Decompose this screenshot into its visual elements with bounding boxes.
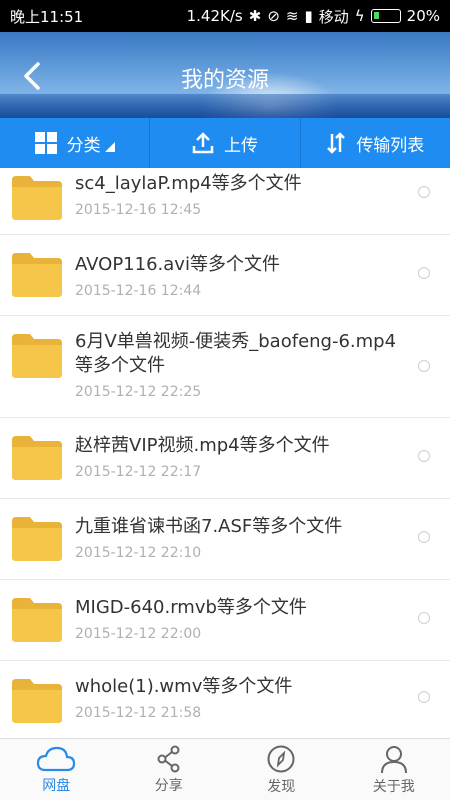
file-date: 2015-12-12 22:10	[75, 545, 202, 561]
status-time: 晚上11:51	[10, 7, 84, 26]
file-date: 2015-12-12 21:58	[75, 705, 202, 721]
page-title: 我的资源	[180, 68, 269, 93]
folder-icon	[12, 679, 62, 723]
dropdown-triangle-icon	[104, 142, 115, 152]
list-item[interactable]: sc4_laylaP.mp4等多个文件 2015-12-16 12:45	[0, 168, 450, 235]
status-bar: 晚上11:51 1.42K/s ✱ ⊘ ≋ ▮ 移动 ϟ 20%	[0, 0, 450, 32]
list-item[interactable]: 九重谁省谏书函7.ASF等多个文件 2015-12-12 22:10	[0, 499, 450, 580]
tab-cloud-drive[interactable]: 网盘	[0, 739, 113, 800]
folder-icon	[12, 598, 62, 642]
file-title: 6月V单兽视频-便装秀_baofeng-6.mp4等多个文件	[75, 331, 397, 376]
file-date: 2015-12-12 22:00	[75, 626, 202, 642]
folder-icon	[12, 176, 62, 220]
file-title: AVOP116.avi等多个文件	[75, 254, 280, 275]
grid-icon	[34, 132, 57, 154]
list-item[interactable]: MIGD-640.rmvb等多个文件 2015-12-12 22:00	[0, 580, 450, 661]
file-date: 2015-12-16 12:44	[75, 283, 202, 299]
battery-level: 20%	[406, 7, 440, 25]
transfer-arrows-icon	[327, 132, 346, 154]
tab-share-label: 分享	[154, 777, 183, 794]
charging-icon: ϟ	[354, 7, 365, 25]
category-label: 分类	[66, 135, 101, 156]
network-speed: 1.42K/s	[186, 7, 243, 25]
tab-discover-label: 发现	[267, 778, 296, 795]
folder-icon	[12, 436, 62, 480]
select-radio[interactable]	[418, 612, 430, 624]
folder-icon	[12, 517, 62, 561]
select-radio[interactable]	[418, 267, 430, 279]
upload-button[interactable]: 上传	[150, 118, 301, 168]
category-button[interactable]: 分类	[0, 118, 151, 168]
signal-icon: ▮	[304, 7, 313, 25]
status-indicators: 1.42K/s ✱ ⊘ ≋ ▮ 移动 ϟ 20%	[187, 6, 440, 27]
tab-about-me-label: 关于我	[372, 778, 415, 795]
list-item[interactable]: AVOP116.avi等多个文件 2015-12-16 12:44	[0, 235, 450, 316]
bottom-nav: 网盘 分享 发现 关于我	[0, 738, 450, 800]
list-item[interactable]: 6月V单兽视频-便装秀_baofeng-6.mp4等多个文件 2015-12-1…	[0, 316, 450, 418]
bluetooth-icon: ✱	[248, 7, 262, 25]
select-radio[interactable]	[418, 531, 430, 543]
file-title: 九重谁省谏书函7.ASF等多个文件	[75, 516, 343, 537]
folder-icon	[12, 253, 62, 297]
mute-icon: ⊘	[267, 7, 280, 25]
select-radio[interactable]	[418, 691, 430, 703]
list-item[interactable]: 赵梓茜VIP视频.mp4等多个文件 2015-12-12 22:17	[0, 418, 450, 499]
tab-cloud-drive-label: 网盘	[42, 777, 71, 794]
file-title: sc4_laylaP.mp4等多个文件	[75, 173, 302, 194]
header-background-water	[0, 94, 450, 118]
file-date: 2015-12-12 22:17	[75, 464, 202, 480]
file-title: 赵梓茜VIP视频.mp4等多个文件	[75, 435, 330, 456]
file-date: 2015-12-16 12:45	[75, 202, 202, 218]
compass-icon	[267, 745, 295, 772]
select-radio[interactable]	[418, 450, 430, 462]
cloud-icon	[37, 746, 76, 771]
file-date: 2015-12-12 22:25	[75, 384, 202, 400]
carrier-name: 移动	[318, 7, 349, 26]
tab-about-me[interactable]: 关于我	[338, 739, 450, 800]
file-title: MIGD-640.rmvb等多个文件	[75, 597, 307, 618]
transfer-list-label: 传输列表	[356, 135, 425, 156]
header: 我的资源	[0, 32, 450, 118]
transfer-list-button[interactable]: 传输列表	[301, 118, 450, 168]
select-radio[interactable]	[418, 360, 430, 372]
battery-icon	[370, 9, 401, 23]
tab-discover[interactable]: 发现	[225, 739, 338, 800]
upload-icon	[192, 132, 214, 154]
wifi-icon: ≋	[285, 7, 299, 25]
upload-label: 上传	[223, 135, 258, 156]
file-list: sc4_laylaP.mp4等多个文件 2015-12-16 12:45 AVO…	[0, 168, 450, 738]
share-icon	[157, 745, 180, 772]
list-item[interactable]: whole(1).wmv等多个文件 2015-12-12 21:58	[0, 661, 450, 738]
select-radio[interactable]	[418, 186, 430, 198]
tab-share[interactable]: 分享	[113, 739, 226, 800]
user-icon	[380, 745, 407, 773]
folder-icon	[12, 334, 62, 378]
toolbar: 分类 上传 传输列表	[0, 118, 450, 168]
file-title: whole(1).wmv等多个文件	[75, 676, 293, 697]
